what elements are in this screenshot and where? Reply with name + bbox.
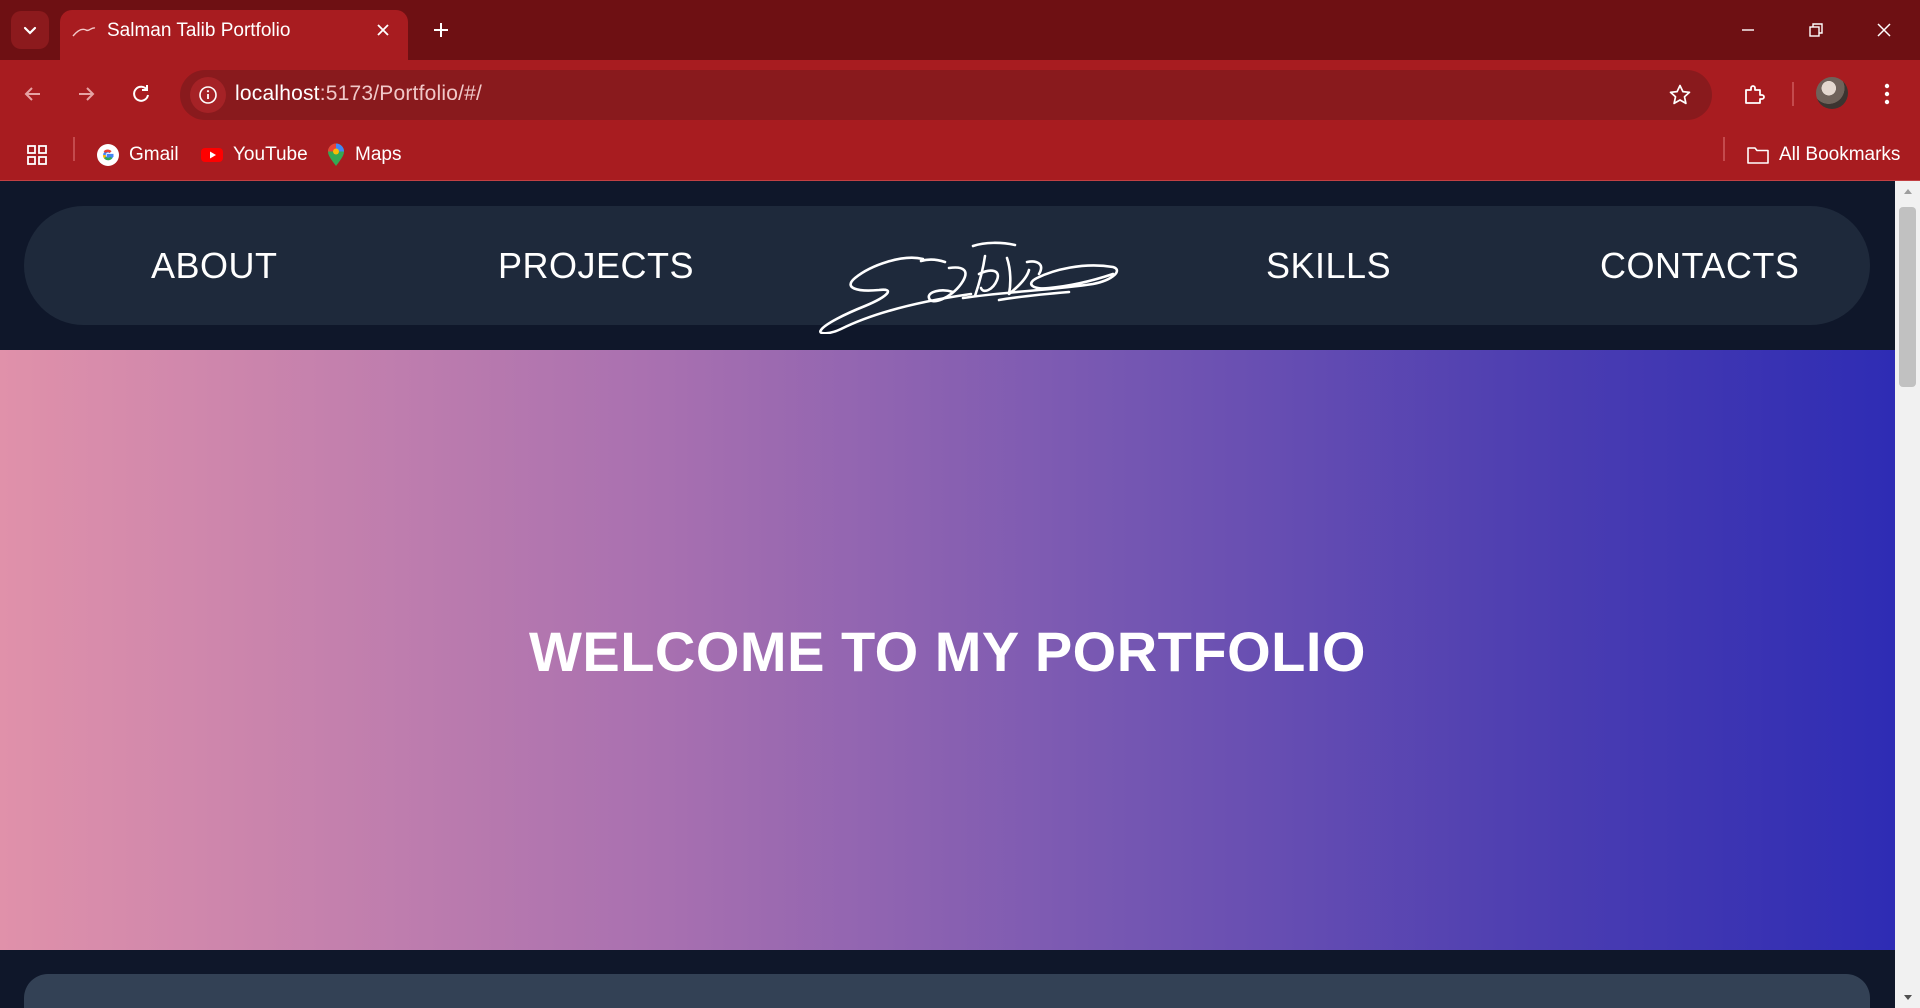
arrow-right-icon xyxy=(79,87,95,101)
all-bookmarks-button[interactable]: All Bookmarks xyxy=(1746,138,1900,172)
site-info-button[interactable] xyxy=(190,77,226,113)
triangle-down-icon xyxy=(1903,995,1912,1000)
bookmark-maps[interactable]: Maps xyxy=(326,138,401,172)
hero-section: WELCOME TO MY PORTFOLIO xyxy=(0,350,1895,950)
url-text: localhost:5173/Portfolio/#/ xyxy=(235,82,482,106)
all-bookmarks-label: All Bookmarks xyxy=(1779,144,1901,165)
bookmark-star-button[interactable] xyxy=(1666,81,1694,109)
triangle-up-icon xyxy=(1903,189,1912,194)
tab-search-button[interactable] xyxy=(11,11,49,49)
hero-title: WELCOME TO MY PORTFOLIO xyxy=(529,620,1366,683)
bookmark-label: Maps xyxy=(355,144,402,165)
puzzle-icon xyxy=(1745,85,1765,104)
tab-close-button[interactable] xyxy=(369,16,397,44)
bookmarks-divider xyxy=(1723,137,1725,161)
forward-button[interactable] xyxy=(66,74,106,114)
browser-chrome: Salman Talib Portfolio localhost:5173/Po… xyxy=(0,0,1920,181)
address-bar[interactable]: localhost:5173/Portfolio/#/ xyxy=(180,70,1712,120)
arrow-left-icon xyxy=(24,87,40,101)
restore-button[interactable] xyxy=(1782,0,1850,60)
google-icon xyxy=(97,144,119,166)
extensions-button[interactable] xyxy=(1734,74,1774,114)
back-button[interactable] xyxy=(13,74,53,114)
more-vertical-icon xyxy=(1884,83,1890,105)
url-path: :5173/Portfolio/#/ xyxy=(319,82,483,105)
bookmarks-bar: Gmail YouTube Maps All Bookmarks xyxy=(0,130,1920,180)
reload-button[interactable] xyxy=(121,74,161,114)
chevron-down-icon xyxy=(23,26,37,35)
next-section-card xyxy=(24,974,1870,1008)
close-window-button[interactable] xyxy=(1850,0,1918,60)
nav-about[interactable]: ABOUT xyxy=(151,246,278,286)
active-tab[interactable]: Salman Talib Portfolio xyxy=(60,10,408,60)
minimize-button[interactable] xyxy=(1714,0,1782,60)
browser-toolbar: localhost:5173/Portfolio/#/ xyxy=(0,60,1920,130)
tab-title: Salman Talib Portfolio xyxy=(107,20,291,41)
bookmark-label: Gmail xyxy=(129,144,179,165)
page-viewport: ABOUT PROJECTS SKILLS CONTACTS WELCOME T… xyxy=(0,181,1895,1008)
folder-icon xyxy=(1747,147,1769,164)
scroll-up-button[interactable] xyxy=(1895,181,1920,201)
bookmark-youtube[interactable]: YouTube xyxy=(200,138,308,172)
close-icon xyxy=(377,24,389,36)
youtube-icon xyxy=(201,148,223,162)
apps-button[interactable] xyxy=(26,138,48,172)
plus-icon xyxy=(434,23,448,37)
maps-icon xyxy=(328,143,344,166)
nav-skills[interactable]: SKILLS xyxy=(1266,246,1391,286)
new-tab-button[interactable] xyxy=(424,13,458,47)
apps-grid-icon xyxy=(27,145,47,165)
nav-contacts[interactable]: CONTACTS xyxy=(1600,246,1799,286)
info-icon xyxy=(199,86,217,104)
minimize-icon xyxy=(1742,29,1754,31)
restore-icon xyxy=(1809,23,1823,37)
scrollbar-thumb[interactable] xyxy=(1899,207,1916,387)
profile-avatar[interactable] xyxy=(1816,77,1848,109)
nav-projects[interactable]: PROJECTS xyxy=(498,246,694,286)
reload-icon xyxy=(133,85,149,102)
close-icon xyxy=(1877,23,1891,37)
site-navbar: ABOUT PROJECTS SKILLS CONTACTS xyxy=(24,206,1870,334)
signature-favicon-icon xyxy=(72,27,96,37)
bookmarks-divider xyxy=(73,137,75,161)
menu-button[interactable] xyxy=(1867,74,1907,114)
bookmark-gmail[interactable]: Gmail xyxy=(96,138,179,172)
scroll-down-button[interactable] xyxy=(1895,988,1920,1008)
signature-logo[interactable] xyxy=(813,240,1125,334)
page-scrollbar[interactable] xyxy=(1895,181,1920,1008)
star-icon xyxy=(1669,84,1691,105)
tab-strip: Salman Talib Portfolio xyxy=(0,0,1920,60)
bookmark-label: YouTube xyxy=(233,144,308,165)
toolbar-divider xyxy=(1792,82,1794,106)
url-host: localhost xyxy=(235,82,320,105)
